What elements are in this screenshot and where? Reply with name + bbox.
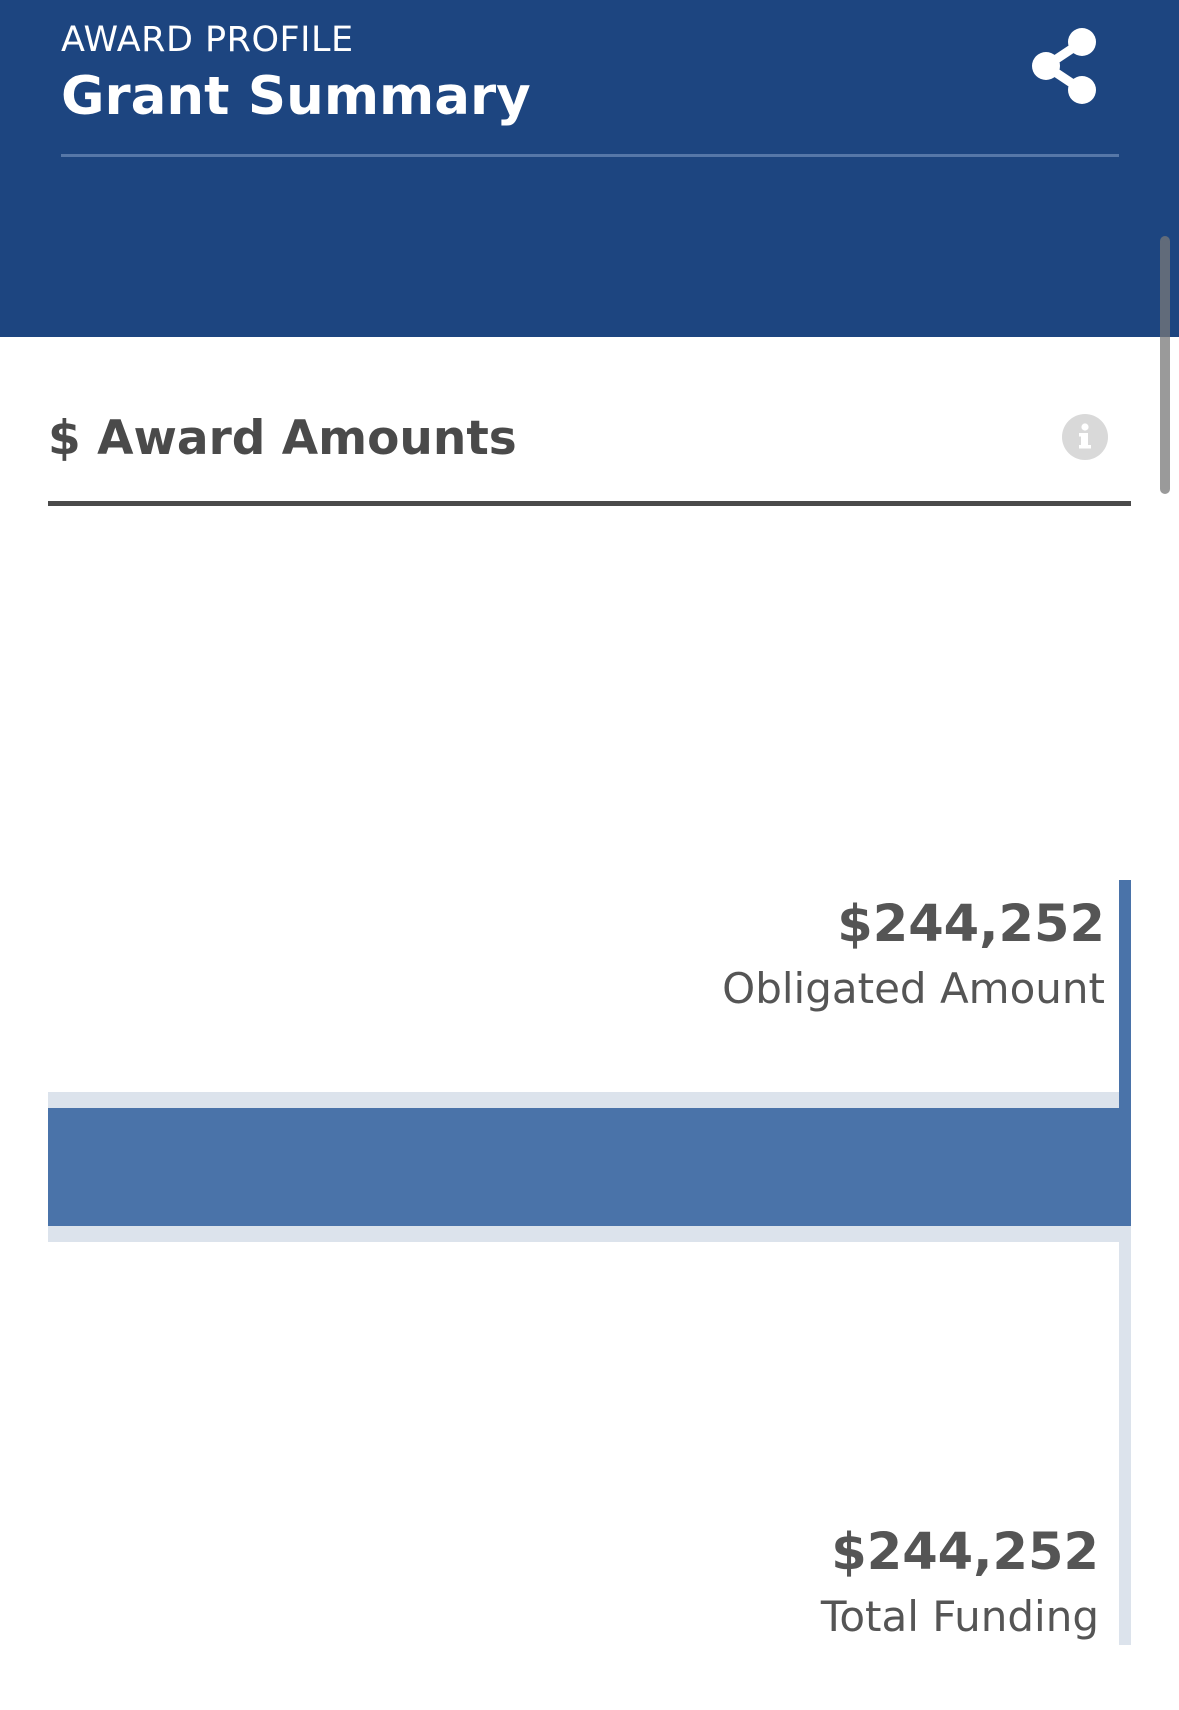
- page: AWARD PROFILE Grant Summary $ Award Amou…: [0, 0, 1179, 1710]
- obligated-marker-line: [1119, 880, 1131, 1108]
- total-funding-label: $244,252 Total Funding: [821, 1520, 1099, 1648]
- total-funding-value: $244,252: [831, 1523, 1099, 1582]
- total-funding-caption: Total Funding: [820, 1592, 1099, 1641]
- info-button[interactable]: [1062, 414, 1108, 460]
- page-title: Grant Summary: [61, 66, 531, 127]
- info-icon: [1062, 414, 1108, 460]
- obligated-amount-caption: Obligated Amount: [722, 964, 1105, 1013]
- total-funding-marker-line: [1119, 1242, 1131, 1645]
- share-button[interactable]: [1026, 26, 1102, 108]
- obligated-amount-value: $244,252: [837, 895, 1105, 954]
- obligated-amount-bar: [48, 1108, 1131, 1226]
- header-divider: [61, 154, 1119, 157]
- scrollbar[interactable]: [1160, 236, 1170, 494]
- section-divider: [48, 501, 1131, 506]
- page-header: AWARD PROFILE Grant Summary: [0, 0, 1179, 337]
- award-amounts-chart: $244,252 Obligated Amount $244,252 Total…: [48, 880, 1131, 1664]
- award-amounts-heading: $ Award Amounts: [48, 411, 517, 466]
- obligated-amount-label: $244,252 Obligated Amount: [722, 892, 1105, 1020]
- header-eyebrow: AWARD PROFILE: [61, 20, 354, 60]
- share-icon: [1032, 28, 1096, 104]
